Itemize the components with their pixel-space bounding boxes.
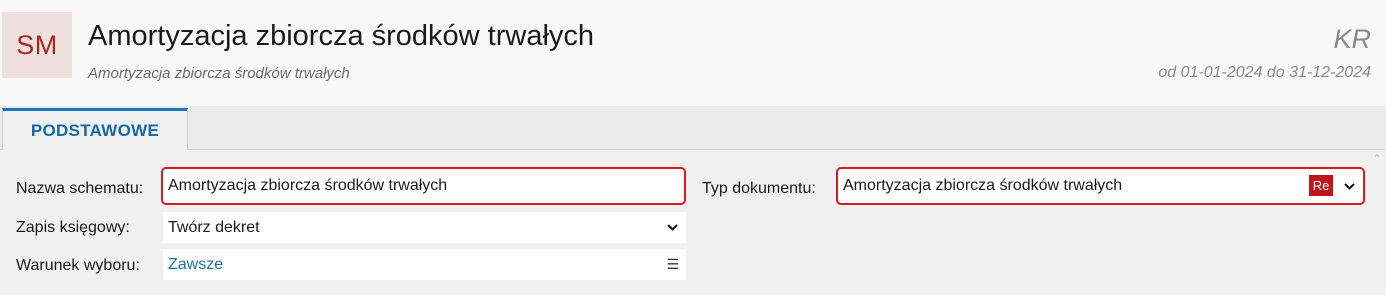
- avatar: SM: [2, 12, 72, 78]
- condition-link[interactable]: Zawsze: [163, 256, 223, 274]
- scheme-name-label: Nazwa schematu:: [16, 180, 144, 197]
- chevron-down-icon[interactable]: [667, 212, 678, 243]
- chevron-down-icon[interactable]: [1344, 169, 1355, 203]
- menu-icon[interactable]: ☰: [666, 249, 679, 280]
- scheme-name-input[interactable]: Amortyzacja zbiorcza środków trwałych: [161, 167, 686, 205]
- posting-value: Twórz dekret: [168, 218, 260, 236]
- page-header: SM Amortyzacja zbiorcza środków trwałych…: [0, 0, 1386, 106]
- re-badge-icon[interactable]: Re: [1309, 175, 1333, 196]
- period-range: od 01-01-2024 do 31-12-2024: [1158, 64, 1371, 81]
- condition-label: Warunek wyboru:: [16, 257, 140, 274]
- posting-select[interactable]: Twórz dekret: [163, 212, 686, 243]
- company-code: KR: [1333, 24, 1371, 54]
- scroll-up-icon[interactable]: ⌃: [1370, 153, 1384, 165]
- page-title: Amortyzacja zbiorcza środków trwałych: [88, 20, 595, 52]
- doc-type-select[interactable]: Amortyzacja zbiorcza środków trwałych Re: [836, 167, 1365, 205]
- doc-type-label: Typ dokumentu:: [702, 180, 816, 197]
- condition-field[interactable]: Zawsze ☰: [163, 249, 686, 280]
- scheme-name-value: Amortyzacja zbiorcza środków trwałych: [168, 177, 448, 194]
- page-subtitle: Amortyzacja zbiorcza środków trwałych: [88, 65, 350, 82]
- tab-podstawowe[interactable]: PODSTAWOWE: [2, 108, 188, 150]
- doc-type-value: Amortyzacja zbiorcza środków trwałych: [843, 177, 1123, 194]
- posting-label: Zapis księgowy:: [16, 219, 130, 236]
- avatar-text: SM: [16, 29, 58, 60]
- tab-strip: PODSTAWOWE: [0, 106, 1386, 150]
